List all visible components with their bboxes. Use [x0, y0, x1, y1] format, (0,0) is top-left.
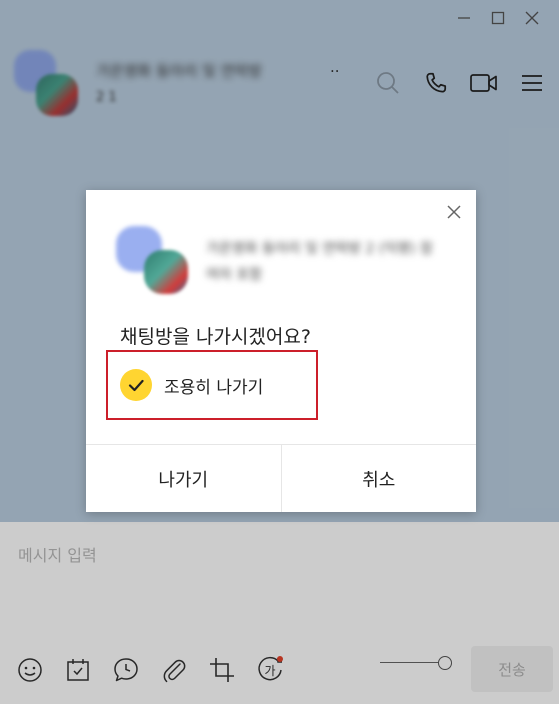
chat-avatar [116, 226, 190, 296]
quiet-leave-label: 조용히 나가기 [164, 377, 264, 398]
leave-chat-dialog: 가온영화 동아리 및 연락방 2 (익명) 참여자 포함 채팅방을 나가시겠어요… [86, 190, 476, 512]
dialog-chat-name: 가온영화 동아리 및 연락방 2 (익명) 참여자 포함 [206, 241, 433, 283]
cancel-button[interactable]: 취소 [280, 445, 476, 512]
dialog-question: 채팅방을 나가시겠어요? [120, 326, 311, 348]
check-icon[interactable] [120, 369, 152, 401]
close-icon[interactable] [442, 200, 466, 224]
quiet-leave-checkbox[interactable]: 조용히 나가기 [106, 350, 318, 420]
leave-button[interactable]: 나가기 [86, 445, 281, 512]
dialog-buttons: 나가기 취소 [86, 444, 476, 512]
avatar [144, 250, 188, 294]
